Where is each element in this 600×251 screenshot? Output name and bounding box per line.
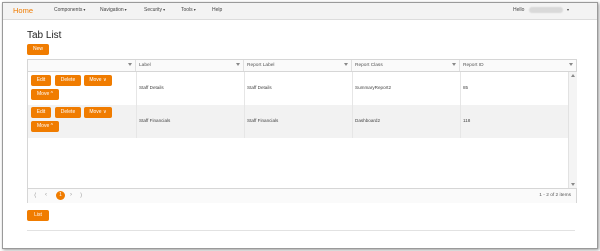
chevron-down-icon: ▾ [567, 7, 570, 12]
nav-tools-label: Tools [181, 7, 193, 13]
filter-icon[interactable] [128, 63, 132, 66]
grid-scrollbar[interactable] [568, 72, 577, 188]
list-button[interactable]: List [27, 210, 49, 221]
tab-list-grid: Label Report Label Report Class Report I… [27, 59, 577, 203]
table-row: Edit Delete Move ∨ Move ^ Staff Financia… [28, 105, 568, 138]
filter-icon[interactable] [569, 63, 573, 66]
move-up-button[interactable]: Move ^ [31, 89, 59, 100]
nav-home-link[interactable]: Home [13, 6, 33, 15]
nav-security-menu[interactable]: Security▾ [144, 7, 165, 13]
grid-pager: ⟨ ‹ 1 › ⟩ 1 - 2 of 2 items [28, 188, 576, 203]
column-header-actions[interactable] [28, 60, 136, 71]
filter-icon[interactable] [452, 63, 456, 66]
cell-report-label: Staff Details [247, 85, 272, 90]
cell-label: Staff Details [139, 85, 164, 90]
table-row: Edit Delete Move ∨ Move ^ Staff Details … [28, 72, 568, 105]
column-header-label[interactable]: Label [136, 60, 244, 71]
top-navbar: Home Components▾ Navigation▾ Security▾ T… [3, 3, 597, 20]
column-header-report-class[interactable]: Report Class [352, 60, 460, 71]
next-page-icon[interactable]: › [70, 192, 72, 198]
scroll-down-icon[interactable] [571, 183, 575, 186]
user-greeting: Hello [513, 7, 525, 13]
move-down-button[interactable]: Move ∨ [84, 107, 112, 118]
edit-button[interactable]: Edit [31, 75, 51, 86]
nav-security-label: Security [144, 7, 163, 13]
column-divider [352, 72, 353, 138]
footer-divider [27, 230, 575, 231]
delete-button[interactable]: Delete [55, 75, 81, 86]
cell-report-label: Staff Financials [247, 118, 279, 123]
edit-button[interactable]: Edit [31, 107, 51, 118]
nav-tools-menu[interactable]: Tools▾ [181, 7, 196, 13]
column-divider [244, 72, 245, 138]
chevron-down-icon: ▾ [83, 7, 86, 12]
move-down-button[interactable]: Move ∨ [84, 75, 112, 86]
cell-report-id: 85 [463, 85, 469, 90]
chevron-down-icon: ▾ [163, 7, 166, 12]
user-name-redacted [529, 7, 563, 13]
first-page-icon[interactable]: ⟨ [34, 192, 36, 199]
column-divider [136, 72, 137, 138]
nav-help-link[interactable]: Help [212, 7, 222, 13]
nav-navigation-label: Navigation [100, 7, 124, 13]
nav-navigation-menu[interactable]: Navigation▾ [100, 7, 127, 13]
prev-page-icon[interactable]: ‹ [45, 192, 47, 198]
column-divider [460, 72, 461, 138]
delete-button[interactable]: Delete [55, 107, 81, 118]
cell-report-class: SummaryReport2 [355, 85, 391, 90]
cell-report-class: Dashboard2 [355, 118, 381, 123]
nav-components-menu[interactable]: Components▾ [54, 7, 85, 13]
pager-info: 1 - 2 of 2 items [539, 193, 571, 198]
nav-components-label: Components [54, 7, 83, 13]
filter-icon[interactable] [344, 63, 348, 66]
new-button[interactable]: New [27, 44, 49, 55]
move-up-button[interactable]: Move ^ [31, 121, 59, 132]
cell-label: Staff Financials [139, 118, 171, 123]
page-number-current[interactable]: 1 [56, 191, 65, 200]
column-header-report-label[interactable]: Report Label [244, 60, 352, 71]
column-header-report-id[interactable]: Report ID [460, 60, 576, 71]
last-page-icon[interactable]: ⟩ [80, 192, 82, 199]
user-menu-toggle[interactable]: ▾ [566, 7, 569, 13]
filter-icon[interactable] [236, 63, 240, 66]
scroll-up-icon[interactable] [571, 74, 575, 77]
chevron-down-icon: ▾ [193, 7, 196, 12]
chevron-down-icon: ▾ [124, 7, 127, 12]
grid-header: Label Report Label Report Class Report I… [28, 60, 576, 72]
app-window: Home Components▾ Navigation▾ Security▾ T… [2, 2, 598, 249]
page-title: Tab List [27, 30, 62, 41]
cell-report-id: 118 [463, 118, 471, 123]
